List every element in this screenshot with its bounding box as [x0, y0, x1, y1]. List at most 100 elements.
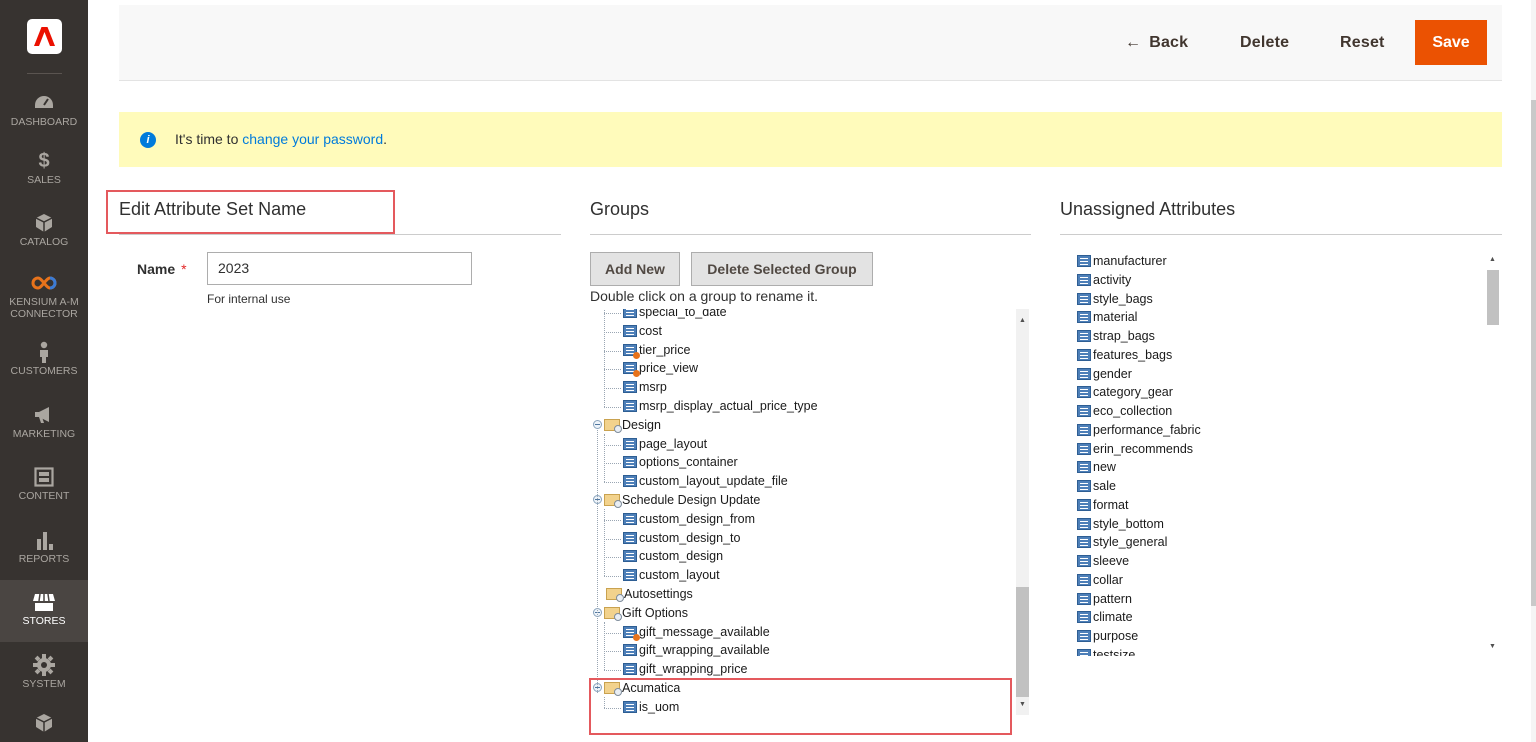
sidebar-item-content[interactable]: CONTENT	[0, 466, 88, 502]
unassigned-attribute[interactable]: purpose	[1077, 627, 1138, 646]
attribute-icon	[1077, 630, 1091, 642]
unassigned-attribute[interactable]: manufacturer	[1077, 252, 1167, 271]
unassigned-attribute-label: sleeve	[1093, 554, 1130, 568]
unassigned-attribute[interactable]: sleeve	[1077, 552, 1129, 571]
attribute-icon	[1077, 555, 1091, 567]
tree-attribute[interactable]: custom_design_to	[623, 529, 740, 548]
sidebar-item-sales[interactable]: $ SALES	[0, 150, 88, 186]
page-scroll-thumb[interactable]	[1531, 100, 1536, 606]
unassigned-attribute[interactable]: performance_fabric	[1077, 421, 1201, 440]
tree-attribute[interactable]: gift_message_available	[623, 623, 770, 642]
attribute-icon	[1077, 536, 1091, 549]
tree-attribute[interactable]: gift_wrapping_price	[623, 660, 747, 679]
attribute-icon	[623, 437, 637, 450]
sidebar-item-label: DASHBOARD	[10, 116, 78, 128]
tree-attribute[interactable]: custom_design_from	[623, 510, 755, 529]
scroll-up-arrow[interactable]: ▲	[1486, 254, 1499, 266]
scroll-down-arrow[interactable]: ▼	[1016, 699, 1029, 711]
unassigned-attribute[interactable]: gender	[1077, 365, 1132, 384]
unassigned-attribute[interactable]: format	[1077, 496, 1128, 515]
tree-attribute-label: options_container	[639, 455, 738, 470]
name-hint: For internal use	[207, 292, 291, 306]
delete-button[interactable]: Delete	[1240, 20, 1289, 65]
tree-attribute[interactable]: msrp	[623, 378, 667, 397]
unassigned-attribute[interactable]: sale	[1077, 477, 1116, 496]
sidebar-item-reports[interactable]: REPORTS	[0, 529, 88, 565]
tree-attribute[interactable]: special_to_date	[623, 309, 727, 322]
tree-group[interactable]: Schedule Design Update	[593, 491, 760, 510]
attribute-icon	[1077, 442, 1091, 455]
sidebar-item-partners[interactable]	[0, 712, 88, 736]
unassigned-attribute[interactable]: style_bottom	[1077, 515, 1164, 534]
groups-tree[interactable]: special_to_date cost tier_price price_view m…	[590, 309, 1031, 715]
sidebar-item-marketing[interactable]: MARKETING	[0, 404, 88, 440]
attribute-icon	[623, 569, 637, 582]
collapse-icon[interactable]	[593, 419, 602, 429]
attribute-icon	[1077, 517, 1091, 530]
groups-scroll-thumb[interactable]	[1016, 587, 1029, 697]
tree-connector	[604, 651, 621, 653]
unassigned-attribute[interactable]: activity	[1077, 271, 1131, 290]
storefront-icon	[33, 593, 55, 611]
unassigned-attribute[interactable]: eco_collection	[1077, 402, 1172, 421]
unassigned-scroll-thumb[interactable]	[1487, 270, 1499, 325]
unassigned-attribute[interactable]: material	[1077, 308, 1137, 327]
tree-attribute[interactable]: custom_layout_update_file	[623, 472, 788, 491]
reset-button[interactable]: Reset	[1340, 20, 1385, 65]
groups-scrollbar[interactable]: ▲ ▼	[1016, 309, 1029, 715]
unassigned-attribute-label: activity	[1093, 272, 1132, 287]
tree-attribute[interactable]: gift_wrapping_available	[623, 641, 770, 660]
scroll-down-arrow[interactable]: ▼	[1486, 641, 1499, 653]
unassigned-attributes-list[interactable]: manufacturer activity style_bags material st…	[1074, 252, 1504, 656]
unassigned-attribute-label: style_bottom	[1093, 516, 1164, 531]
tree-attribute[interactable]: custom_layout	[623, 566, 720, 585]
change-password-link[interactable]: change your password	[242, 131, 383, 147]
tree-attribute[interactable]: custom_design	[623, 547, 723, 566]
save-button[interactable]: Save	[1415, 20, 1487, 65]
name-label-text: Name	[137, 261, 176, 277]
tree-attribute-label: tier_price	[639, 342, 691, 357]
unassigned-attribute[interactable]: strap_bags	[1077, 327, 1155, 346]
tree-attribute[interactable]: msrp_display_actual_price_type	[623, 397, 818, 416]
unassigned-attribute[interactable]: collar	[1077, 571, 1123, 590]
tree-connector	[604, 331, 621, 333]
tree-attribute[interactable]: page_layout	[623, 435, 707, 454]
tree-attribute[interactable]: price_view	[623, 359, 698, 378]
sidebar-item-kensium-connector[interactable]: KENSIUM A-M CONNECTOR	[0, 272, 88, 320]
unassigned-scrollbar[interactable]: ▲ ▼	[1486, 252, 1499, 656]
sidebar-item-system[interactable]: SYSTEM	[0, 654, 88, 690]
unassigned-attribute[interactable]: category_gear	[1077, 383, 1173, 402]
unassigned-attribute[interactable]: style_bags	[1077, 290, 1153, 309]
tree-attribute[interactable]: options_container	[623, 453, 738, 472]
unassigned-attribute[interactable]: pattern	[1077, 590, 1132, 609]
attribute-icon	[1077, 386, 1091, 399]
unassigned-attribute[interactable]: erin_recommends	[1077, 440, 1193, 459]
tree-group[interactable]: Design	[593, 416, 661, 435]
back-button[interactable]: ← Back	[1125, 20, 1188, 65]
page-scrollbar[interactable]	[1531, 0, 1536, 742]
layout-icon	[34, 467, 54, 487]
unassigned-attribute[interactable]: style_general	[1077, 533, 1167, 552]
sidebar-item-customers[interactable]: CUSTOMERS	[0, 341, 88, 377]
sidebar-item-dashboard[interactable]: DASHBOARD	[0, 92, 88, 128]
tree-attribute[interactable]: tier_price	[623, 341, 690, 360]
unassigned-attribute[interactable]: testsize	[1077, 646, 1135, 656]
tree-group[interactable]: Gift Options	[593, 604, 688, 623]
adobe-logo[interactable]	[27, 19, 62, 54]
unassigned-attribute[interactable]: features_bags	[1077, 346, 1172, 365]
sidebar-item-catalog[interactable]: CATALOG	[0, 212, 88, 248]
unassigned-attribute[interactable]: climate	[1077, 608, 1133, 627]
add-new-group-button[interactable]: Add New	[590, 252, 680, 286]
sidebar-item-stores[interactable]: STORES	[0, 580, 88, 642]
attribute-icon	[1077, 311, 1091, 324]
unassigned-attribute[interactable]: new	[1077, 458, 1116, 477]
tree-attribute[interactable]: cost	[623, 322, 662, 341]
delete-selected-group-button[interactable]: Delete Selected Group	[691, 252, 873, 286]
folder-icon	[606, 588, 624, 602]
dollar-icon: $	[38, 150, 50, 172]
tree-group[interactable]: Autosettings	[593, 585, 693, 604]
unassigned-attribute-label: new	[1093, 460, 1116, 475]
attribute-set-name-input[interactable]: 2023	[207, 252, 472, 285]
attribute-icon	[1077, 255, 1091, 267]
scroll-up-arrow[interactable]: ▲	[1016, 315, 1029, 327]
